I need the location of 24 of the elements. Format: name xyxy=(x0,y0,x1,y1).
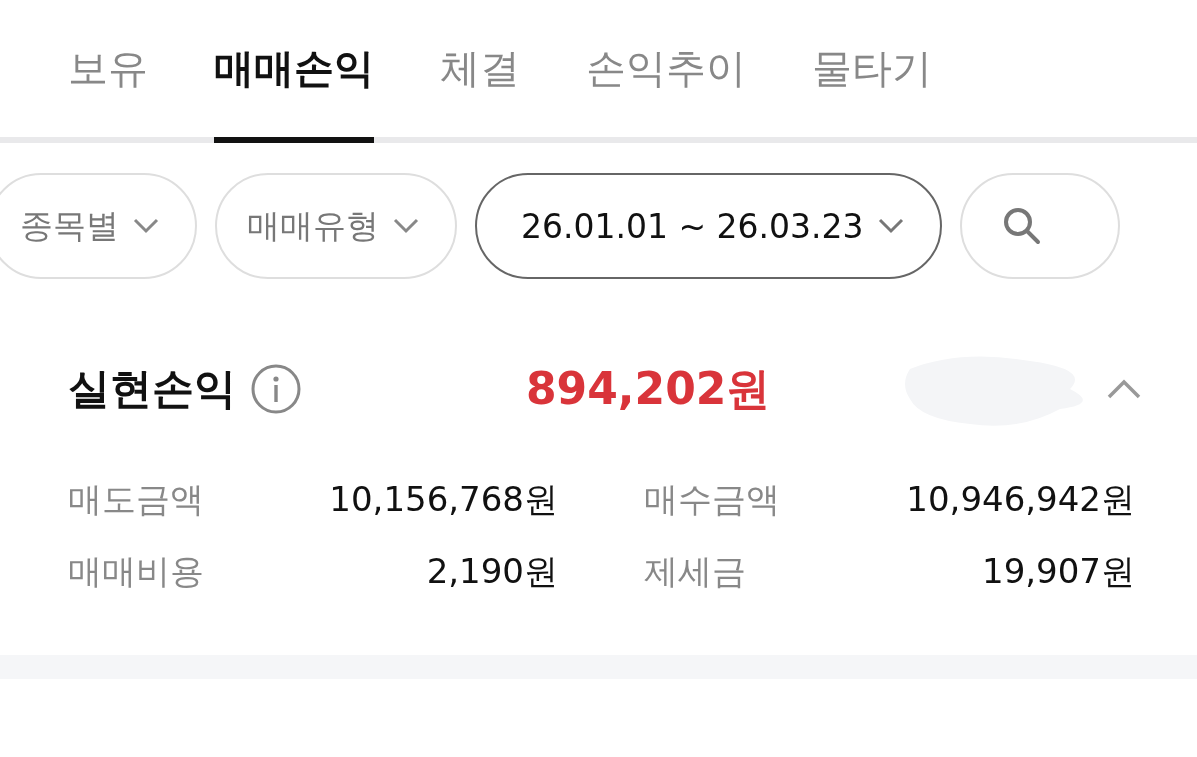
detail-label: 매수금액 xyxy=(643,478,781,521)
chevron-down-icon xyxy=(133,218,159,234)
chevron-down-icon xyxy=(393,218,419,234)
detail-value: 2,190원 xyxy=(425,550,558,593)
info-icon[interactable] xyxy=(250,363,302,415)
detail-label: 제세금 xyxy=(643,550,747,593)
section-title: 실현손익 xyxy=(68,363,236,415)
detail-value: 10,156,768원 xyxy=(328,478,558,521)
filter-dropdown[interactable]: 종목별 xyxy=(0,173,197,279)
tab[interactable]: 보유 xyxy=(68,0,148,143)
realized-profit-amount: 894,202원 xyxy=(526,361,771,416)
chevron-down-icon xyxy=(877,218,904,234)
filter-dropdown[interactable]: 매매유형 xyxy=(215,173,457,279)
detail-value: 10,946,942원 xyxy=(905,478,1135,521)
detail-label: 매매비용 xyxy=(68,550,205,593)
tab[interactable]: 물타기 xyxy=(812,0,932,143)
tab[interactable]: 손익추이 xyxy=(586,0,746,143)
chevron-up-icon xyxy=(1107,379,1141,399)
tab[interactable]: 체결 xyxy=(440,0,520,143)
tab[interactable]: 매매손익 xyxy=(214,0,374,143)
detail-value: 19,907원 xyxy=(981,550,1135,593)
filter-dropdown[interactable]: 26.01.01 ~ 26.03.23 xyxy=(475,173,942,279)
search-icon xyxy=(1001,206,1042,246)
detail-label: 매도금액 xyxy=(68,478,205,521)
